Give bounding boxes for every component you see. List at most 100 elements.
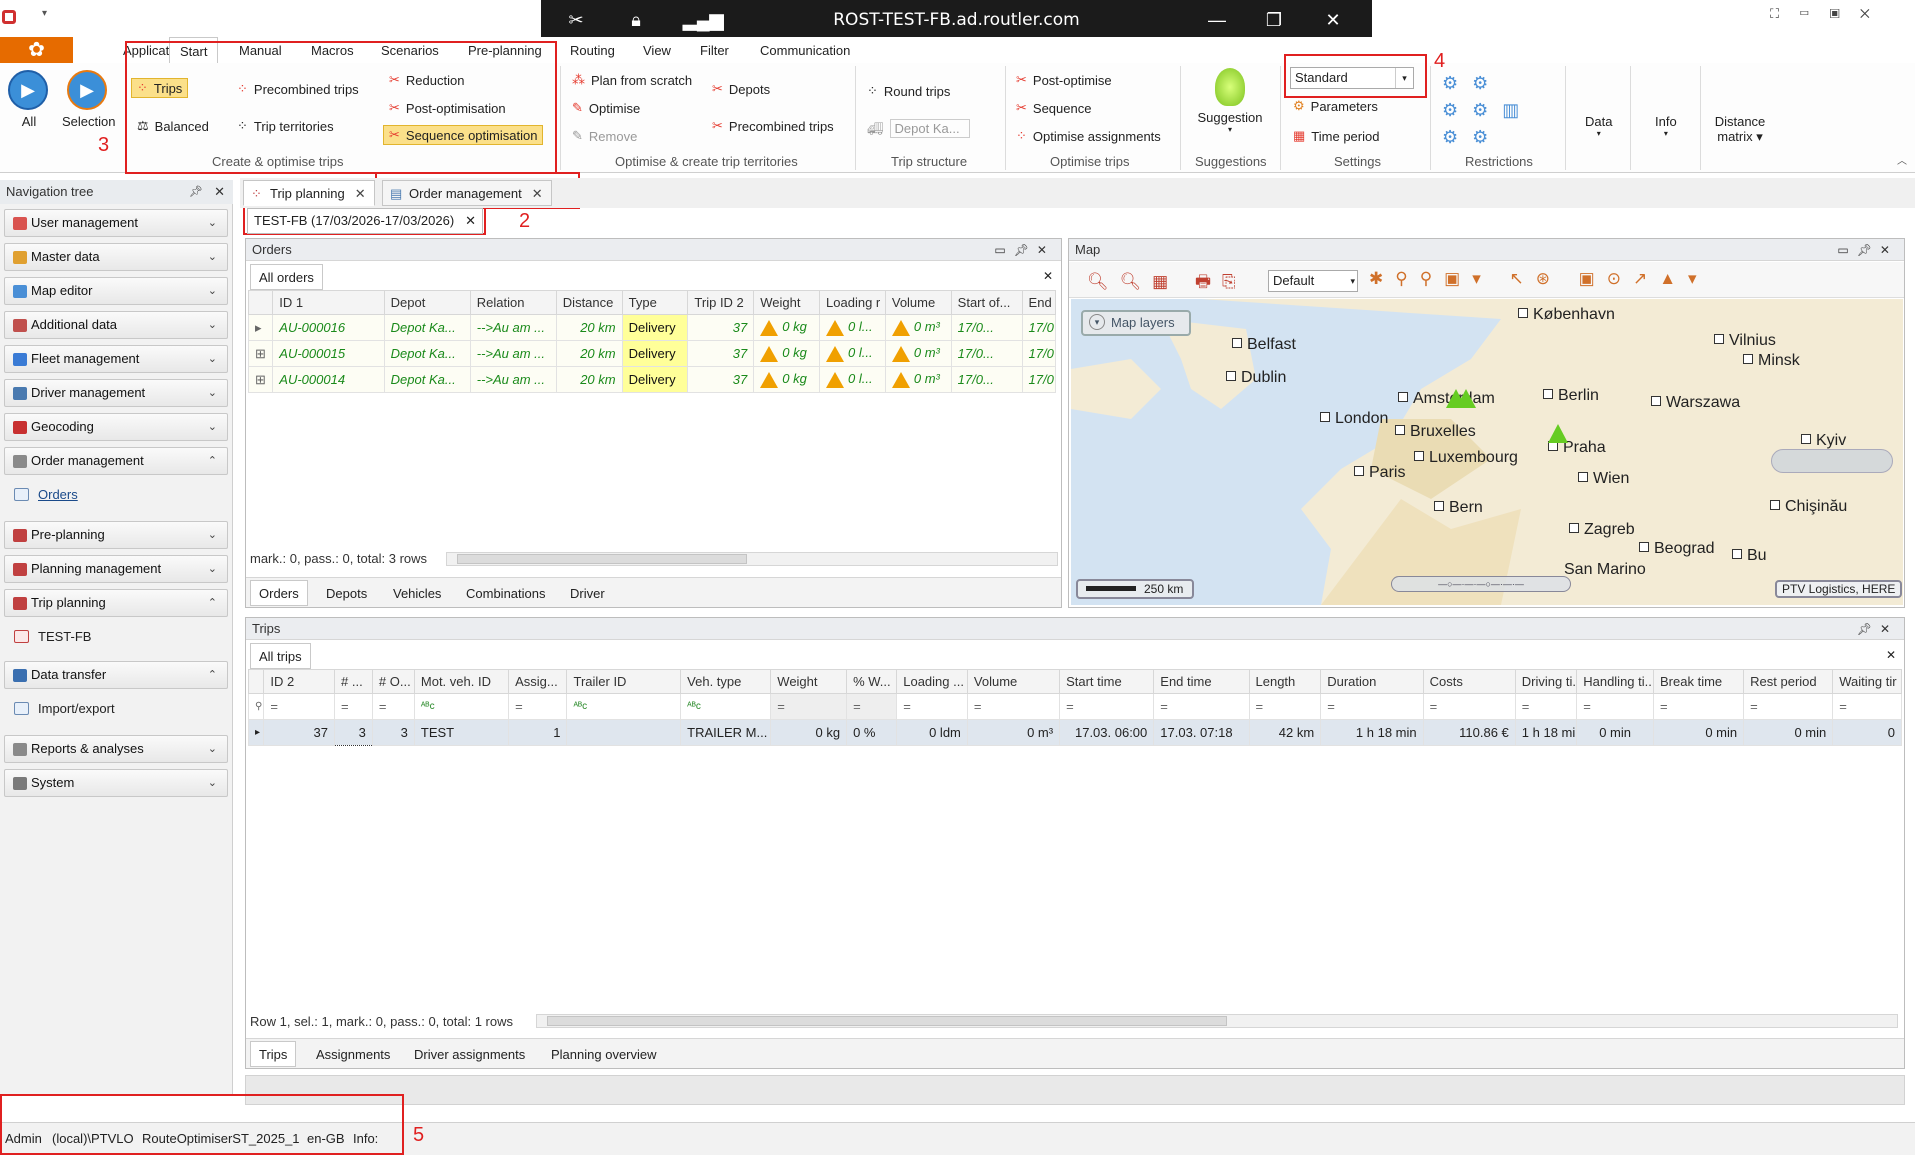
- column-header[interactable]: # ...: [334, 669, 373, 694]
- tab-vehicles[interactable]: Vehicles: [393, 586, 441, 601]
- signal-icon[interactable]: ▂▄▆: [683, 8, 723, 32]
- optimise-button[interactable]: ✎ Optimise: [572, 100, 640, 116]
- expand-icon[interactable]: ▸: [247, 719, 265, 746]
- trip-territories-button[interactable]: ⁘ Trip territories: [237, 118, 334, 134]
- pin-icon[interactable]: ✂: [563, 8, 589, 32]
- depot-combo[interactable]: 🚚︎ Depot Ka...: [867, 119, 970, 138]
- tab-routing[interactable]: Routing: [560, 37, 625, 64]
- column-header[interactable]: Costs: [1422, 669, 1516, 694]
- column-header[interactable]: End time: [1153, 669, 1250, 694]
- column-header[interactable]: End o: [1021, 290, 1057, 315]
- expand-icon[interactable]: ▸: [247, 314, 274, 341]
- sequence-button[interactable]: ✂ Sequence: [1016, 100, 1091, 116]
- tab-communication[interactable]: Communication: [750, 37, 860, 64]
- column-header[interactable]: Volume: [966, 669, 1061, 694]
- close-icon[interactable]: ✕: [355, 186, 366, 201]
- suggestion-button[interactable]: Suggestion ▾: [1196, 68, 1264, 134]
- close-icon[interactable]: ✕: [214, 180, 225, 204]
- balanced-button[interactable]: ⚖ Balanced: [137, 118, 209, 134]
- filter-row[interactable]: ⚲ = = = ᴬᴮc = ᴬᴮc ᴬᴮc = = = = = = = = = = = = = =: [247, 693, 1902, 720]
- nav-driver-management[interactable]: Driver management ⌄: [4, 379, 228, 407]
- nav-user-management[interactable]: User management ⌄: [4, 209, 228, 237]
- column-header[interactable]: Handling ti...: [1576, 669, 1655, 694]
- all-trips-tab[interactable]: All trips: [250, 643, 311, 669]
- parameters-button[interactable]: ⚙ Parameters: [1293, 98, 1378, 114]
- table-row[interactable]: ⊞ AU-000015 Depot Ka... -->Au am ... 20 km De…: [247, 340, 1057, 367]
- nav-leaf-orders[interactable]: Orders: [14, 487, 78, 502]
- close-icon[interactable]: ✕: [1320, 8, 1346, 32]
- nav-data-transfer[interactable]: Data transfer ⌃: [4, 661, 228, 689]
- all-orders-tab[interactable]: All orders: [250, 264, 323, 290]
- trips-button[interactable]: ⁘ Trips: [131, 78, 189, 98]
- horizontal-scrollbar[interactable]: [536, 1014, 1898, 1028]
- column-header[interactable]: Rest period: [1743, 669, 1834, 694]
- column-header[interactable]: Break time: [1653, 669, 1745, 694]
- collapse-ribbon-icon[interactable]: ︿: [1897, 152, 1907, 167]
- column-header[interactable]: Assig...: [508, 669, 568, 694]
- nav-reports[interactable]: Reports & analyses ⌄: [4, 735, 228, 763]
- tab-planning-overview[interactable]: Planning overview: [551, 1047, 657, 1062]
- expand-icon[interactable]: ⊞: [247, 366, 274, 393]
- sequence-optimisation-button[interactable]: ✂ Sequence optimisation: [383, 125, 544, 145]
- nav-pre-planning[interactable]: Pre-planning ⌄: [4, 521, 228, 549]
- lock-icon[interactable]: 🔒︎: [623, 8, 649, 32]
- column-header[interactable]: Waiting tir: [1832, 669, 1902, 694]
- time-period-button[interactable]: ▦ Time period: [1293, 128, 1379, 144]
- close-icon[interactable]: ✕: [465, 209, 476, 233]
- column-header[interactable]: Driving ti...: [1514, 669, 1578, 694]
- pin-icon[interactable]: 📌︎: [189, 180, 203, 204]
- column-header[interactable]: ID 1: [272, 290, 385, 315]
- column-header[interactable]: Start of...: [950, 290, 1023, 315]
- tab-assignments[interactable]: Assignments: [316, 1047, 390, 1062]
- tab-order-management[interactable]: ▤ Order management ✕: [382, 180, 552, 206]
- tab-pre-planning[interactable]: Pre-planning: [458, 37, 552, 64]
- depots-button[interactable]: ✂ Depots: [712, 81, 770, 97]
- nav-planning-management[interactable]: Planning management ⌄: [4, 555, 228, 583]
- post-optimisation-button[interactable]: ✂ Post-optimisation: [389, 100, 506, 116]
- settings-combo[interactable]: Standard ▾: [1290, 67, 1414, 89]
- column-header[interactable]: % W...: [846, 669, 898, 694]
- nav-additional-data[interactable]: Additional data ⌄: [4, 311, 228, 339]
- tab-macros[interactable]: Macros: [301, 37, 364, 64]
- tab-start[interactable]: Start: [169, 37, 219, 64]
- expand-icon[interactable]: ⊞: [247, 340, 274, 367]
- column-header[interactable]: Loading r: [819, 290, 886, 315]
- panel-buttons[interactable]: ▭📌︎✕: [994, 239, 1055, 261]
- tab-driver[interactable]: Driver: [570, 586, 605, 601]
- column-header[interactable]: Weight: [753, 290, 821, 315]
- close-icon[interactable]: ✕: [1886, 648, 1896, 662]
- panel-buttons[interactable]: 📌︎✕: [1857, 618, 1898, 640]
- map-action-icons[interactable]: ✱⚲⚲▣▾ ↖⊛ ▣⊙↗▲▾: [1369, 269, 1709, 289]
- nav-leaf-import-export[interactable]: Import/export: [14, 701, 115, 716]
- column-header[interactable]: Depot: [383, 290, 471, 315]
- column-header[interactable]: ID 2: [263, 669, 336, 694]
- tab-trips[interactable]: Trips: [250, 1041, 297, 1067]
- restore-icon[interactable]: ❐: [1261, 8, 1287, 32]
- optimise-assignments-button[interactable]: ⁘ Optimise assignments: [1016, 128, 1161, 144]
- nav-master-data[interactable]: Master data ⌄: [4, 243, 228, 271]
- column-header[interactable]: Trailer ID: [566, 669, 682, 694]
- column-header[interactable]: Mot. veh. ID: [413, 669, 510, 694]
- map-zoom-slider[interactable]: —○—·—·—○—·—·—: [1391, 576, 1571, 592]
- distance-matrix-button[interactable]: Distance matrix ▾: [1712, 114, 1768, 145]
- tab-view[interactable]: View: [633, 37, 681, 64]
- nav-order-management[interactable]: Order management ⌃: [4, 447, 228, 475]
- column-header[interactable]: Trip ID 2: [687, 290, 755, 315]
- map-view[interactable]: ▾ Map layers København Vilnius Belfast Mi…: [1071, 299, 1903, 605]
- panel-buttons[interactable]: ▭📌︎✕: [1837, 239, 1898, 261]
- close-icon[interactable]: ✕: [532, 186, 543, 201]
- map-profile-combo[interactable]: Default ▾: [1268, 270, 1358, 292]
- horizontal-scrollbar[interactable]: [446, 552, 1058, 566]
- order-marker[interactable]: [1548, 424, 1568, 443]
- nav-leaf-test-fb[interactable]: TEST-FB: [14, 629, 91, 644]
- tab-manual[interactable]: Manual: [229, 37, 292, 64]
- reduction-button[interactable]: ✂ Reduction: [389, 72, 464, 88]
- column-header[interactable]: # O...: [371, 669, 415, 694]
- scrollbar-thumb[interactable]: [457, 554, 747, 564]
- plan-from-scratch-button[interactable]: ⁂ Plan from scratch: [572, 72, 692, 88]
- depot-marker[interactable]: [1456, 389, 1476, 408]
- table-row[interactable]: ⊞ AU-000014 Depot Ka... -->Au am ... 20 km De…: [247, 366, 1057, 393]
- tab-driver-assignments[interactable]: Driver assignments: [414, 1047, 525, 1062]
- nav-map-editor[interactable]: Map editor ⌄: [4, 277, 228, 305]
- map-nav-control[interactable]: [1771, 449, 1893, 473]
